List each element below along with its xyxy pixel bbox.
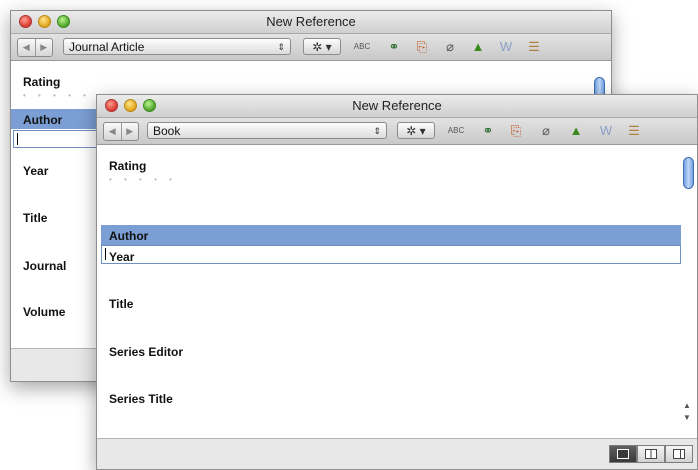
- close-button[interactable]: [105, 99, 118, 112]
- back-arrow-icon[interactable]: ◀: [18, 39, 35, 56]
- layout-split-icon: [645, 449, 657, 459]
- window-controls: [105, 99, 156, 112]
- field-label-rating: Rating: [109, 159, 147, 173]
- find-fulltext-icon[interactable]: ⚭: [479, 123, 497, 139]
- insert-citation-icon[interactable]: ⎘: [413, 39, 431, 55]
- list-icon[interactable]: ☰: [525, 39, 543, 55]
- field-label-title: Title: [109, 297, 134, 311]
- scroll-down-arrow-icon[interactable]: ▼: [683, 413, 691, 422]
- front-window-bottombar: [97, 438, 697, 469]
- word-plugin-icon[interactable]: W: [497, 39, 515, 55]
- front-window-fields: Rating • • • • • Author Year Title Serie…: [97, 145, 683, 435]
- reference-type-select[interactable]: Book ⇕: [147, 122, 387, 139]
- author-input[interactable]: [13, 130, 101, 148]
- front-reference-window: New Reference ◀ ▶ Book ⇕ ✲ ▾ ABC ⚭ ⎘ ⌀ ▲…: [96, 94, 698, 470]
- back-window-toolbar: ◀ ▶ Journal Article ⇕ ✲ ▾ ABC ⚭ ⎘ ⌀ ▲ W …: [11, 34, 611, 61]
- word-plugin-icon[interactable]: W: [597, 123, 615, 139]
- reference-type-select[interactable]: Journal Article ⇕: [63, 38, 291, 55]
- find-fulltext-icon[interactable]: ⚭: [385, 39, 403, 55]
- attach-file-icon[interactable]: ⌀: [441, 39, 459, 55]
- forward-arrow-icon[interactable]: ▶: [34, 39, 53, 56]
- rating-stars[interactable]: • • • • •: [23, 91, 91, 100]
- back-arrow-icon[interactable]: ◀: [104, 123, 121, 140]
- back-window-titlebar[interactable]: New Reference: [11, 11, 611, 34]
- insert-citation-icon[interactable]: ⎘: [507, 123, 525, 139]
- zoom-button[interactable]: [143, 99, 156, 112]
- gear-menu-button[interactable]: ✲ ▾: [303, 38, 341, 55]
- layout-buttons: [609, 445, 693, 463]
- thumbs-up-icon[interactable]: ▲: [469, 39, 487, 55]
- spellcheck-icon[interactable]: ABC: [353, 39, 371, 55]
- author-field-selected[interactable]: [101, 225, 681, 245]
- reference-type-value: Book: [153, 124, 181, 138]
- window-title: New Reference: [352, 98, 442, 113]
- close-button[interactable]: [19, 15, 32, 28]
- attach-file-icon[interactable]: ⌀: [537, 123, 555, 139]
- field-label-rating: Rating: [23, 75, 61, 89]
- gear-menu-button[interactable]: ✲ ▾: [397, 122, 435, 139]
- field-label-year: Year: [23, 164, 49, 178]
- layout-right-button[interactable]: [665, 445, 693, 463]
- window-title: New Reference: [266, 14, 356, 29]
- nav-buttons: ◀ ▶: [17, 38, 53, 57]
- rating-stars[interactable]: • • • • •: [109, 175, 177, 184]
- window-controls: [19, 15, 70, 28]
- text-caret: [105, 248, 106, 260]
- layout-single-icon: [617, 449, 629, 459]
- forward-arrow-icon[interactable]: ▶: [120, 123, 139, 140]
- field-label-year-visible: Year: [109, 250, 135, 264]
- select-arrows-icon: ⇕: [373, 126, 381, 136]
- front-scroll-thumb[interactable]: [683, 157, 694, 189]
- reference-type-value: Journal Article: [69, 40, 145, 54]
- list-icon[interactable]: ☰: [625, 123, 643, 139]
- field-label-series-editor: Series Editor: [109, 345, 184, 359]
- field-label-volume: Volume: [23, 305, 66, 319]
- scroll-up-arrow-icon[interactable]: ▲: [683, 401, 691, 410]
- layout-right-icon: [673, 449, 685, 459]
- minimize-button[interactable]: [124, 99, 137, 112]
- layout-single-button[interactable]: [609, 445, 637, 463]
- field-label-series-title: Series Title: [109, 392, 173, 406]
- author-input[interactable]: [101, 245, 681, 264]
- text-caret: [17, 133, 18, 145]
- field-label-author: Author: [109, 229, 149, 243]
- field-label-author: Author: [23, 113, 63, 127]
- front-window-titlebar[interactable]: New Reference: [97, 95, 697, 118]
- field-label-journal: Journal: [23, 259, 67, 273]
- thumbs-up-icon[interactable]: ▲: [567, 123, 585, 139]
- field-label-title: Title: [23, 211, 48, 225]
- front-window-toolbar: ◀ ▶ Book ⇕ ✲ ▾ ABC ⚭ ⎘ ⌀ ▲ W ☰: [97, 118, 697, 145]
- spellcheck-icon[interactable]: ABC: [447, 123, 465, 139]
- minimize-button[interactable]: [38, 15, 51, 28]
- nav-buttons: ◀ ▶: [103, 122, 139, 141]
- zoom-button[interactable]: [57, 15, 70, 28]
- layout-split-button[interactable]: [637, 445, 665, 463]
- select-arrows-icon: ⇕: [277, 42, 285, 52]
